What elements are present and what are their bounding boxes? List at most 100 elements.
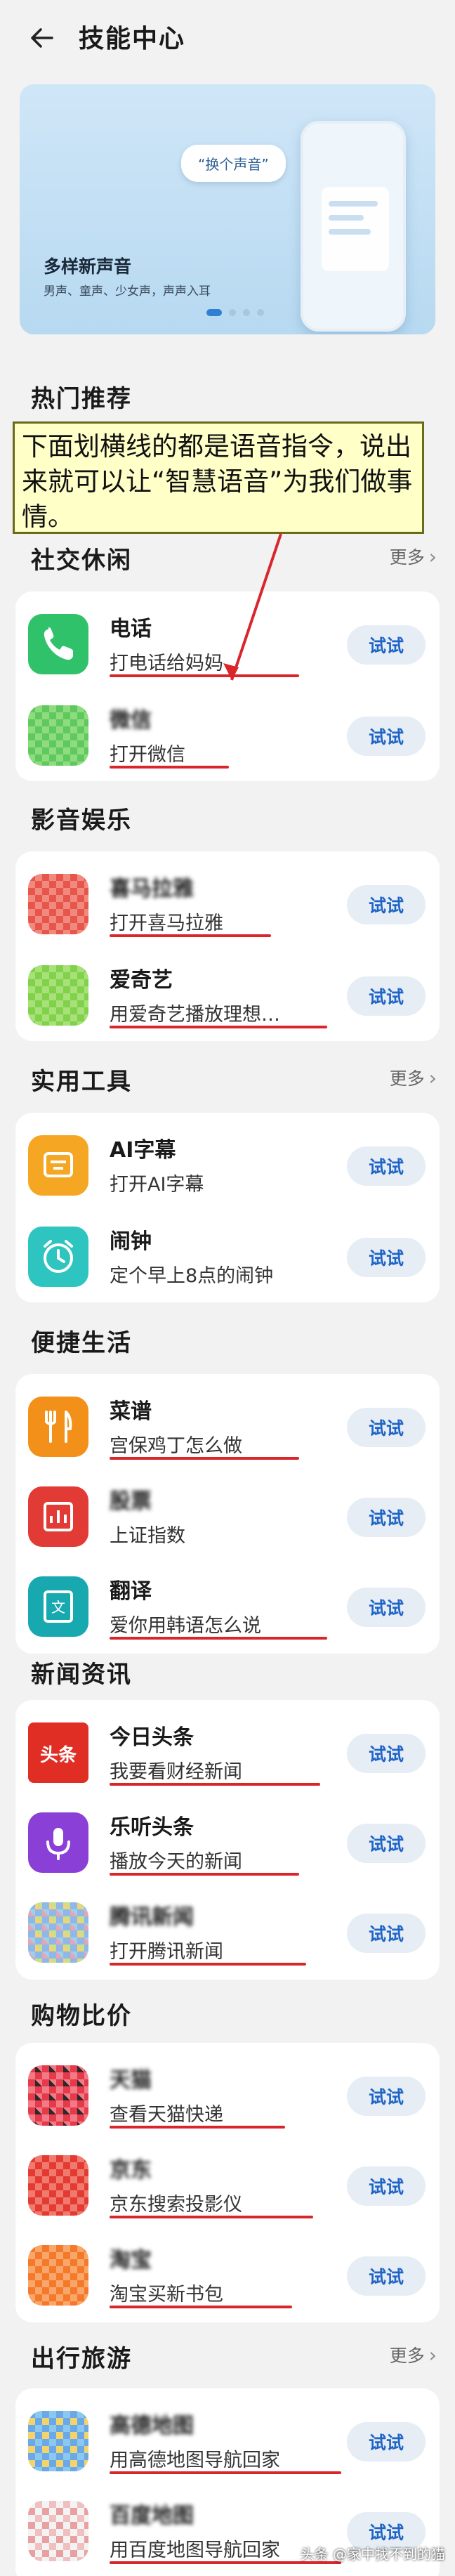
skill-row-tmall[interactable]: 天猫 查看天猫快递 试试 [15,2047,440,2137]
card-media: 喜马拉雅 打开喜马拉雅 试试 爱奇艺 用爱奇艺播放理想… 试试 [15,851,440,1041]
command-underline [110,1457,299,1460]
card-life: 菜谱 宫保鸡丁怎么做 试试 股票 上证指数 试试 文 翻译 爱你用韩语怎么说 试… [15,1374,440,1654]
news-app-icon [28,1902,88,1963]
voice-command: 爱你用韩语怎么说 [110,1615,261,1637]
command-underline [110,1873,299,1876]
skill-title: 股票 [110,1489,152,1514]
skill-row-jd[interactable]: 京东 京东搜索投影仪 试试 [15,2137,440,2227]
alarm-clock-icon [28,1227,88,1287]
skill-title: 菜谱 [110,1399,152,1424]
skill-row-recipe[interactable]: 菜谱 宫保鸡丁怎么做 试试 [15,1378,440,1468]
try-button[interactable]: 试试 [347,1734,426,1773]
skill-row-taobao[interactable]: 淘宝 淘宝买新书包 试试 [15,2227,440,2317]
command-underline [110,1637,327,1640]
skill-row-translate[interactable]: 文 翻译 爱你用韩语怎么说 试试 [15,1558,440,1648]
map-app-icon [28,2501,88,2561]
shopping-app-icon [28,2065,88,2126]
skill-title: 百度地图 [110,2504,194,2528]
microphone-icon [28,1812,88,1873]
voice-command: 宫保鸡丁怎么做 [110,1435,242,1457]
section-title-media: 影音娱乐 [31,806,132,835]
voice-command: 播放今天的新闻 [110,1851,242,1873]
subtitle-app-icon [28,1135,88,1196]
chevron-right-icon: › [428,1066,437,1090]
more-label: 更多 [389,2346,425,2366]
skill-title: 腾讯新闻 [110,1905,194,1930]
watermark: 头条 @家中找不到的猫 [300,2546,445,2563]
voice-command: 京东搜索投影仪 [110,2194,242,2216]
skill-row-listen[interactable]: 乐听头条 播放今天的新闻 试试 [15,1794,440,1884]
voice-command: 上证指数 [110,1525,185,1547]
voice-command: 打开喜马拉雅 [110,913,223,934]
card-shopping: 天猫 查看天猫快递 试试 京东 京东搜索投影仪 试试 淘宝 淘宝买新书包 试试 [15,2043,440,2322]
try-button[interactable]: 试试 [347,1588,426,1627]
voice-command: 用百度地图导航回家 [110,2539,280,2561]
try-button[interactable]: 试试 [347,1146,426,1186]
fork-knife-icon [28,1397,88,1457]
try-button[interactable]: 试试 [347,1824,426,1863]
skill-row-stock[interactable]: 股票 上证指数 试试 [15,1468,440,1558]
command-underline [110,2216,313,2218]
try-button[interactable]: 试试 [347,976,426,1016]
skill-row-iqiyi[interactable]: 爱奇艺 用爱奇艺播放理想… 试试 [15,947,440,1037]
svg-text:头条: 头条 [40,1745,77,1766]
skill-title: 爱奇艺 [110,968,173,993]
video-app-icon [28,965,88,1026]
toutiao-app-icon: 头条 [28,1722,88,1783]
skill-title: 喜马拉雅 [110,877,194,901]
try-button[interactable]: 试试 [347,1914,426,1953]
command-underline [110,934,271,937]
skill-row-toutiao[interactable]: 头条 今日头条 我要看财经新闻 试试 [15,1704,440,1794]
skill-row-map1[interactable]: 高德地图 用高德地图导航回家 试试 [15,2393,440,2483]
shopping-app-icon [28,2155,88,2216]
skill-row-tencent[interactable]: 腾讯新闻 打开腾讯新闻 试试 [15,1884,440,1974]
command-underline [110,1963,306,1966]
skill-title: 乐听头条 [110,1815,194,1840]
voice-command: 淘宝买新书包 [110,2284,223,2306]
section-title-tools: 实用工具 [31,1068,132,1096]
card-tools: AI字幕 打开AI字幕 试试 闹钟 定个早上8点的闹钟 试试 [15,1113,440,1302]
try-button[interactable]: 试试 [347,1498,426,1537]
annotation-arrow-icon [223,533,282,681]
map-app-icon [28,2411,88,2471]
skill-title: 闹钟 [110,1229,152,1254]
command-underline [110,1026,327,1028]
try-button[interactable]: 试试 [347,885,426,924]
more-link-travel[interactable]: 更多 › [390,2342,437,2367]
skill-title: AI字幕 [110,1138,176,1163]
voice-command: 查看天猫快递 [110,2104,223,2126]
try-button[interactable]: 试试 [347,2256,426,2296]
voice-command: 打开腾讯新闻 [110,1941,223,1963]
try-button[interactable]: 试试 [347,2166,426,2206]
try-button[interactable]: 试试 [347,1238,426,1277]
svg-text:文: 文 [51,1599,65,1616]
skill-title: 淘宝 [110,2248,152,2273]
chevron-right-icon: › [428,2343,437,2367]
skill-title: 翻译 [110,1579,152,1604]
more-link-tools[interactable]: 更多 › [390,1065,437,1090]
skill-row-subtitle[interactable]: AI字幕 打开AI字幕 试试 [15,1117,440,1207]
more-label: 更多 [389,1068,425,1089]
skill-row-music[interactable]: 喜马拉雅 打开喜马拉雅 试试 [15,856,440,946]
section-title-news: 新闻资讯 [31,1661,132,1689]
music-app-icon [28,874,88,934]
try-button[interactable]: 试试 [347,2077,426,2116]
voice-command: 用爱奇艺播放理想… [110,1004,280,1026]
voice-command: 打开AI字幕 [110,1174,204,1196]
skill-title: 京东 [110,2158,152,2183]
skill-title: 高德地图 [110,2414,194,2438]
command-underline [110,2471,341,2474]
voice-command: 定个早上8点的闹钟 [110,1265,274,1287]
section-title-life: 便捷生活 [31,1329,132,1357]
command-underline [110,1783,320,1786]
try-button[interactable]: 试试 [347,2422,426,2461]
shopping-app-icon [28,2245,88,2306]
skill-title: 今日头条 [110,1725,194,1750]
translate-icon: 文 [28,1576,88,1637]
section-title-travel: 出行旅游 [31,2345,132,2373]
voice-command: 用高德地图导航回家 [110,2450,280,2471]
skill-row-alarm[interactable]: 闹钟 定个早上8点的闹钟 试试 [15,1208,440,1298]
card-news: 头条 今日头条 我要看财经新闻 试试 乐听头条 播放今天的新闻 试试 腾讯新闻 … [15,1700,440,1980]
skill-title: 天猫 [110,2068,152,2093]
try-button[interactable]: 试试 [347,1408,426,1447]
